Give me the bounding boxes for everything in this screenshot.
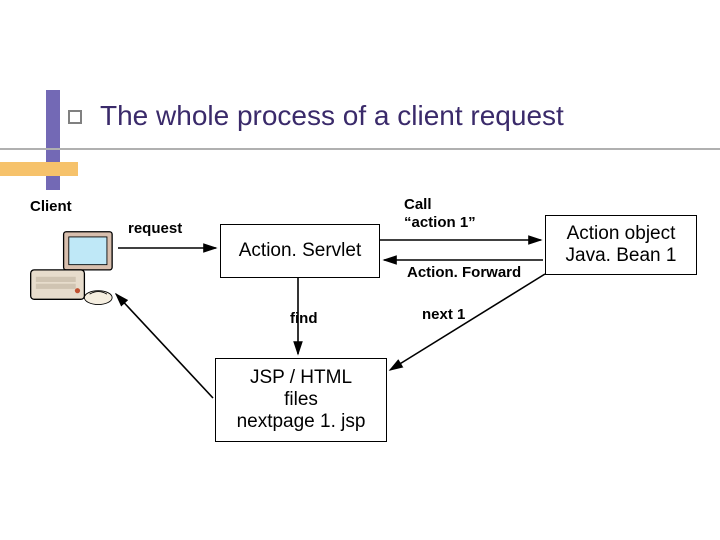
- diagram-canvas: Client request Action. Servlet Call “act…: [0, 0, 720, 540]
- arrows-layer: [0, 0, 720, 540]
